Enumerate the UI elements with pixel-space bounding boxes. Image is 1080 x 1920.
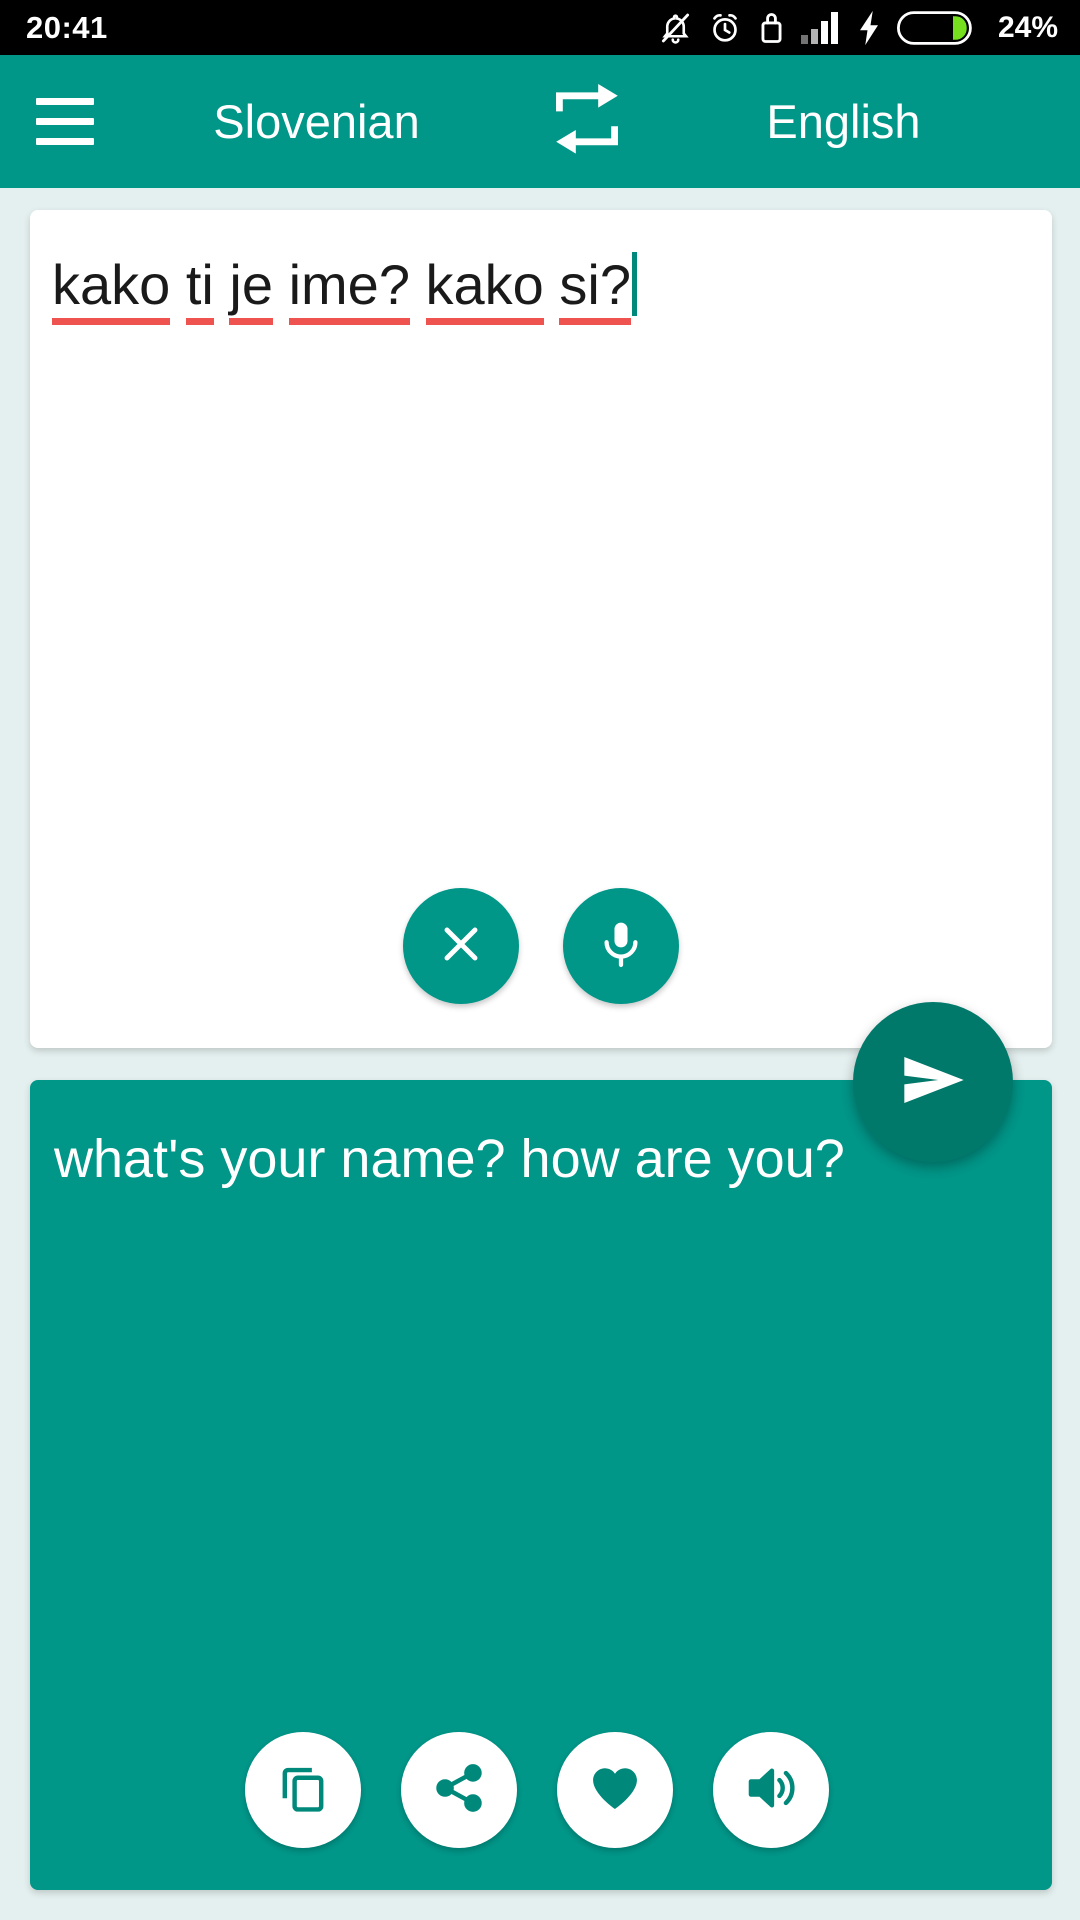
battery-icon [896, 9, 975, 47]
send-icon [893, 1040, 973, 1125]
translate-send-button[interactable] [853, 1002, 1013, 1162]
usb-lock-icon [758, 10, 785, 46]
share-button[interactable] [401, 1732, 517, 1848]
signal-bars-icon [800, 11, 841, 44]
battery-percentage: 24% [997, 10, 1058, 44]
status-bar-clock: 20:41 [26, 10, 108, 45]
alarm-icon [708, 10, 742, 46]
charging-bolt-icon [857, 10, 881, 46]
swap-icon [551, 81, 623, 162]
swap-languages-button[interactable] [527, 67, 647, 177]
favorite-button[interactable] [557, 1732, 673, 1848]
source-word: kako [425, 253, 544, 325]
source-language-selector[interactable]: Slovenian [120, 98, 527, 145]
text-cursor [631, 252, 637, 316]
copy-icon [275, 1760, 331, 1821]
menu-button[interactable] [10, 67, 120, 177]
close-icon [433, 916, 489, 977]
source-word: je [229, 253, 274, 325]
source-word: kako [52, 253, 171, 325]
space-2 [214, 253, 230, 316]
source-word: si? [559, 253, 631, 325]
translated-text-card[interactable]: what's your name? how are you? [30, 1080, 1052, 1890]
input-action-row [30, 888, 1052, 1004]
app-bar: Slovenian English [0, 55, 1080, 188]
status-bar-icons: 24% [659, 9, 1058, 47]
clear-button[interactable] [403, 888, 519, 1004]
output-action-row [30, 1732, 1052, 1848]
speak-button[interactable] [713, 1732, 829, 1848]
source-text-card[interactable]: kako ti je ime? kako si? [30, 210, 1052, 1048]
heart-icon [587, 1760, 643, 1821]
translator-app-screen: 20:41 24% Slovenian English kako ti je i… [0, 0, 1080, 1920]
notifications-off-icon [659, 10, 692, 46]
space-4 [410, 253, 426, 316]
hamburger-icon-line-3 [36, 138, 94, 145]
source-word: ti [185, 253, 214, 325]
source-text-input[interactable]: kako ti je ime? kako si? [52, 250, 1022, 325]
hamburger-icon-line-2 [36, 118, 94, 125]
microphone-icon [594, 917, 648, 976]
space-1 [170, 253, 186, 316]
target-language-selector[interactable]: English [647, 98, 1080, 145]
share-icon [432, 1761, 486, 1820]
space-3 [273, 253, 289, 316]
status-bar: 20:41 24% [0, 0, 1080, 55]
source-word: ime? [288, 253, 410, 325]
space-5 [544, 253, 560, 316]
speaker-icon [743, 1760, 799, 1821]
hamburger-icon-line-1 [36, 98, 94, 105]
copy-button[interactable] [245, 1732, 361, 1848]
voice-input-button[interactable] [563, 888, 679, 1004]
